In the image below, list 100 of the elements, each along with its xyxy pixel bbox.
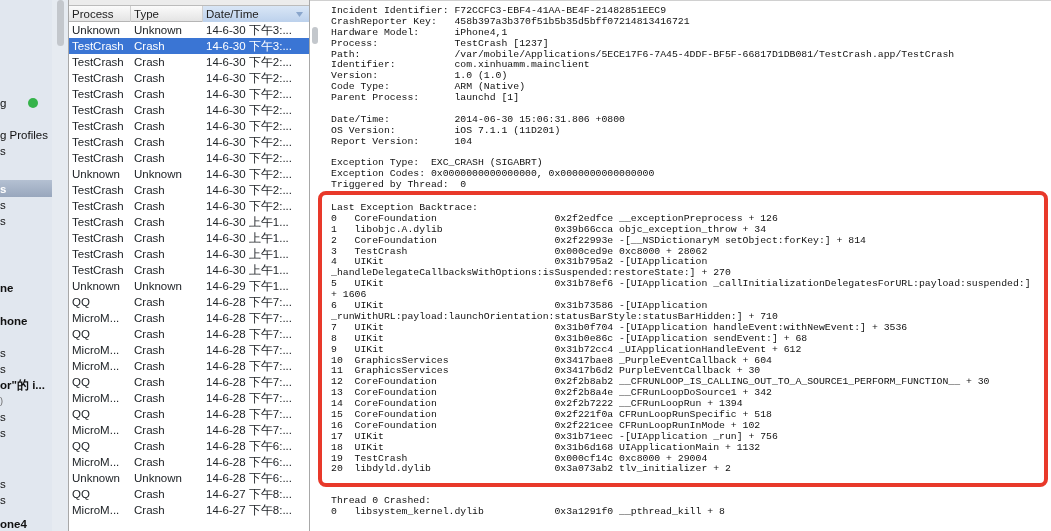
table-cell-text: TestCrash: [71, 71, 125, 86]
sidebar-item[interactable]: one4: [0, 516, 52, 531]
table-row[interactable]: TestCrash Crash 14-6-30 下午2:...: [69, 102, 309, 118]
table-row[interactable]: Unknown Unknown 14-6-30 下午2:...: [69, 166, 309, 182]
backtrace-frame: 4 UIKit 0x31b795a2 -[UIApplication _handleDelegateCallbacksWithOptions:isSuspended:restoreState:] + 270: [331, 257, 1035, 280]
table-row[interactable]: Unknown Unknown 14-6-29 下午1...: [69, 278, 309, 294]
sidebar-item[interactable]: s: [0, 476, 52, 492]
table-row[interactable]: TestCrash Crash 14-6-30 下午2:...: [69, 134, 309, 150]
table-row[interactable]: MicroM... Crash 14-6-28 下午7:...: [69, 358, 309, 374]
report-line: Triggered by Thread: 0: [331, 180, 468, 192]
table-cell-text: Crash: [133, 375, 166, 390]
backtrace-frame: 16 CoreFoundation 0x2f221cee CFRunLoopRunInMode + 102: [331, 420, 1035, 432]
table-cell-text: TestCrash: [71, 55, 125, 70]
table-row[interactable]: TestCrash Crash 14-6-30 下午2:...: [69, 198, 309, 214]
report-line: Version: 1.0 (1.0): [331, 71, 509, 82]
table-cell-text: TestCrash: [71, 119, 125, 134]
table-cell-text: 14-6-28 下午7:...: [205, 359, 293, 374]
table-cell-text: TestCrash: [71, 247, 125, 262]
table-cell-text: Crash: [133, 87, 166, 102]
table-row[interactable]: TestCrash Crash 14-6-30 下午2:...: [69, 54, 309, 70]
table-row[interactable]: MicroM... Crash 14-6-28 下午6:...: [69, 454, 309, 470]
table-cell-text: Crash: [133, 247, 166, 262]
table-row[interactable]: MicroM... Crash 14-6-28 下午7:...: [69, 422, 309, 438]
sidebar-item[interactable]: s: [0, 143, 52, 159]
table-row[interactable]: MicroM... Crash 14-6-28 下午7:...: [69, 310, 309, 326]
backtrace-frame: 6 UIKit 0x31b73586 -[UIApplication _runWithURL:payload:launchOrientation:statusBarStyle:statusBarHidden:] + 710: [331, 301, 1035, 323]
backtrace-frame: 7 UIKit 0x31b0f704 -[UIApplication handleEvent:withNewEvent:] + 3536: [331, 322, 1035, 334]
sidebar-item[interactable]: g Profiles: [0, 127, 52, 143]
table-cell-text: Crash: [133, 295, 166, 310]
table-row[interactable]: MicroM... Crash 14-6-28 下午7:...: [69, 390, 309, 406]
sidebar-item[interactable]: s: [0, 492, 52, 508]
table-cell-text: Crash: [133, 487, 166, 502]
table-row[interactable]: Unknown Unknown 14-6-28 下午6:...: [69, 470, 309, 486]
table-row[interactable]: QQ Crash 14-6-28 下午6:...: [69, 438, 309, 454]
backtrace-frame: 17 UIKit 0x31b71eec -[UIApplication _run] + 756: [331, 431, 1035, 443]
table-row[interactable]: QQ Crash 14-6-28 下午7:...: [69, 294, 309, 310]
sidebar-item[interactable]: s: [0, 197, 52, 213]
sidebar-item[interactable]: hone: [0, 313, 52, 329]
table-cell-text: Crash: [133, 343, 166, 358]
table-cell-text: MicroM...: [71, 311, 121, 326]
table-row[interactable]: TestCrash Crash 14-6-30 上午1...: [69, 230, 309, 246]
sidebar-item[interactable]: s: [0, 361, 52, 377]
section-title: Thread 0 Crashed:: [331, 496, 432, 507]
table-row[interactable]: TestCrash Crash 14-6-30 上午1...: [69, 262, 309, 278]
sidebar-item[interactable]: ne: [0, 280, 52, 296]
table-cell-text: Unknown: [133, 471, 183, 486]
sidebar-item[interactable]: s: [0, 213, 52, 229]
column-header[interactable]: Date/Time: [203, 6, 309, 22]
sidebar-item[interactable]: s: [0, 345, 52, 361]
table-cell-text: Unknown: [71, 279, 121, 294]
sidebar-item[interactable]: ): [0, 393, 52, 409]
table-row[interactable]: MicroM... Crash 14-6-28 下午7:...: [69, 342, 309, 358]
table-cell-text: QQ: [71, 407, 91, 422]
table-cell-text: 14-6-30 下午2:...: [205, 103, 293, 118]
table-row[interactable]: TestCrash Crash 14-6-30 下午2:...: [69, 150, 309, 166]
backtrace-frame: 20 libdyld.dylib 0x3a073ab2 tlv_initializer + 2: [331, 464, 1035, 476]
section-title: Last Exception Backtrace:: [331, 203, 479, 214]
table-row[interactable]: QQ Crash 14-6-28 下午7:...: [69, 374, 309, 390]
scrollbar[interactable]: [57, 0, 64, 46]
backtrace-frame: 2 CoreFoundation 0x2f22993e -[__NSDictionaryM setObject:forKey:] + 814: [331, 235, 1035, 247]
sidebar-item[interactable]: g: [0, 95, 52, 111]
table-row[interactable]: TestCrash Crash 14-6-30 上午1...: [69, 246, 309, 262]
table-cell-text: Crash: [133, 183, 166, 198]
table-cell-text: Crash: [133, 455, 166, 470]
table-row[interactable]: TestCrash Crash 14-6-30 下午2:...: [69, 182, 309, 198]
backtrace-frame: 3 TestCrash 0x000ced9e 0xc8000 + 28062: [331, 246, 1035, 258]
backtrace-frame: 12 CoreFoundation 0x2f2b8ab2 __CFRUNLOOP_IS_CALLING_OUT_TO_A_SOURCE1_PERFORM_FUNCTION__ + 30: [331, 377, 1035, 389]
table-cell-text: Crash: [133, 391, 166, 406]
table-row[interactable]: Unknown Unknown 14-6-30 下午3:...: [69, 22, 309, 38]
table-row[interactable]: TestCrash Crash 14-6-30 上午1...: [69, 214, 309, 230]
table-row[interactable]: TestCrash Crash 14-6-30 下午2:...: [69, 118, 309, 134]
table-cell-text: 14-6-30 下午3:...: [205, 39, 293, 54]
table-cell-text: 14-6-28 下午6:...: [205, 455, 293, 470]
report-line: Exception Codes: 0x0000000000000000, 0x0000000000000000: [331, 169, 656, 180]
table-row[interactable]: QQ Crash 14-6-28 下午7:...: [69, 406, 309, 422]
table-cell-text: 14-6-28 下午7:...: [205, 391, 293, 406]
column-header[interactable]: Process: [69, 6, 131, 22]
table-cell-text: Unknown: [133, 279, 183, 294]
report-line: Report Version: 104: [331, 136, 474, 148]
table-row[interactable]: TestCrash Crash 14-6-30 下午2:...: [69, 70, 309, 86]
table-cell-text: 14-6-28 下午7:...: [205, 327, 293, 342]
table-cell-text: TestCrash: [71, 103, 125, 118]
table-row[interactable]: MicroM... Crash 14-6-27 下午8:...: [69, 502, 309, 518]
table-cell-text: 14-6-30 下午2:...: [205, 71, 293, 86]
scrollbar[interactable]: [312, 27, 318, 44]
sidebar-item[interactable]: s: [0, 425, 52, 441]
table-cell-text: Crash: [133, 503, 166, 518]
table-row[interactable]: QQ Crash 14-6-27 下午8:...: [69, 486, 309, 502]
table-cell-text: TestCrash: [71, 231, 125, 246]
table-row[interactable]: TestCrash Crash 14-6-30 下午2:...: [69, 86, 309, 102]
sidebar-item[interactable]: s: [0, 409, 52, 425]
table-row[interactable]: QQ Crash 14-6-28 下午7:...: [69, 326, 309, 342]
table-row[interactable]: TestCrash Crash 14-6-30 下午3:...: [69, 38, 309, 54]
table-cell-text: 14-6-28 下午7:...: [205, 295, 293, 310]
report-line: OS Version: iOS 7.1.1 (11D201): [331, 125, 562, 137]
table-cell-text: Unknown: [71, 23, 121, 38]
sidebar-item[interactable]: or"的 i...: [0, 377, 52, 393]
table-cell-text: Crash: [133, 71, 166, 86]
backtrace-frame: 11 GraphicsServices 0x3417b6d2 PurpleEventCallback + 30: [331, 366, 1035, 378]
table-cell-text: 14-6-27 下午8:...: [205, 487, 293, 502]
